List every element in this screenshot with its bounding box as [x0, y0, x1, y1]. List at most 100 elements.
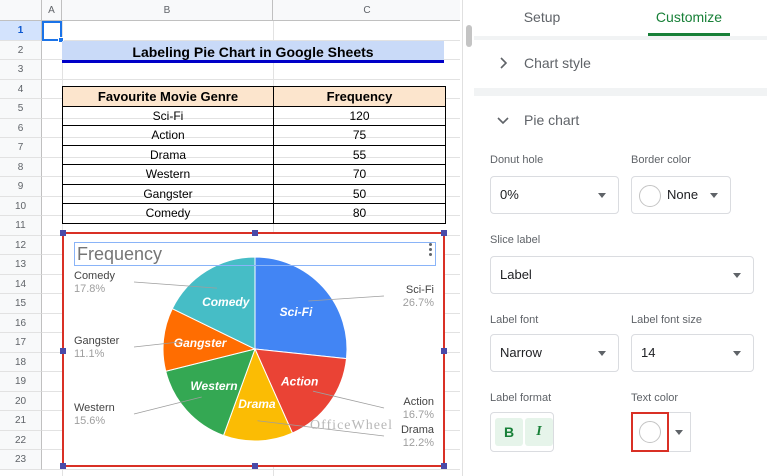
resize-handle-w[interactable]: [60, 348, 66, 354]
chevron-down-icon[interactable]: [496, 113, 510, 127]
table-row: Sci-Fi 120: [62, 105, 446, 126]
data-table: Favourite Movie Genre Frequency Sci-Fi 12…: [62, 86, 446, 224]
row-header[interactable]: 6: [0, 118, 42, 138]
resize-handle-e[interactable]: [441, 348, 447, 354]
label-font-size-value: 14: [641, 345, 656, 360]
cell-frequency[interactable]: 55: [273, 144, 446, 165]
spreadsheet-grid: A B C 1 2 3 4 5 6 7 8 9 10 11 12 13 14 15 16 17 18 19 20 21 2…: [0, 0, 460, 476]
resize-handle-ne[interactable]: [441, 230, 447, 236]
border-color-dropdown[interactable]: None: [631, 176, 731, 214]
italic-button[interactable]: I: [525, 418, 553, 446]
table-row: Western 70: [62, 164, 446, 185]
label-font-dropdown[interactable]: Narrow: [490, 334, 619, 372]
outer-label-name: Comedy: [74, 270, 115, 282]
table-row: Comedy 80: [62, 203, 446, 224]
chart-title-box[interactable]: Frequency: [74, 242, 436, 266]
header-genre[interactable]: Favourite Movie Genre: [62, 86, 274, 107]
row-header[interactable]: 21: [0, 411, 42, 431]
cell-frequency[interactable]: 50: [273, 183, 446, 204]
outer-label-name: Gangster: [74, 335, 120, 347]
dropdown-caret-icon: [598, 351, 606, 356]
text-color-dropdown-arrow[interactable]: [669, 412, 691, 452]
label-format-group: B I: [490, 412, 554, 452]
cell-frequency[interactable]: 120: [273, 105, 446, 126]
table-row: Drama 55: [62, 144, 446, 165]
resize-handle-s[interactable]: [252, 463, 258, 469]
row-header[interactable]: 14: [0, 274, 42, 294]
slice-label-dropdown[interactable]: Label: [490, 256, 754, 294]
resize-handle-n[interactable]: [252, 230, 258, 236]
row-header[interactable]: 13: [0, 255, 42, 275]
slice-label: Sci-Fi: [280, 305, 313, 319]
border-color-label: Border color: [631, 154, 691, 166]
row-header[interactable]: 23: [0, 450, 42, 470]
chart-title[interactable]: Frequency: [77, 244, 162, 265]
color-swatch-icon: [639, 184, 661, 207]
row-header[interactable]: 9: [0, 177, 42, 197]
row-header[interactable]: 11: [0, 216, 42, 236]
row-header[interactable]: 22: [0, 430, 42, 450]
outer-label-percent: 26.7%: [403, 297, 434, 309]
section-title-pie-chart[interactable]: Pie chart: [524, 112, 579, 128]
bold-button[interactable]: B: [495, 418, 523, 446]
grid-row: [42, 21, 460, 41]
row-header[interactable]: 18: [0, 352, 42, 372]
slice-label: Western: [190, 379, 237, 393]
row-header[interactable]: 15: [0, 294, 42, 314]
sheet-title[interactable]: Labeling Pie Chart in Google Sheets: [62, 41, 444, 63]
table-row: Action 75: [62, 125, 446, 146]
color-swatch-icon: [639, 421, 661, 443]
scrollbar-thumb[interactable]: [466, 25, 472, 47]
cell-genre[interactable]: Gangster: [62, 183, 274, 204]
row-header[interactable]: 10: [0, 196, 42, 216]
cell-frequency[interactable]: 75: [273, 125, 446, 146]
dropdown-caret-icon: [710, 193, 718, 198]
cell-genre[interactable]: Sci-Fi: [62, 105, 274, 126]
section-pie-chart: Pie chart Donut hole 0% Border color Non…: [474, 96, 767, 476]
label-format-label: Label format: [490, 392, 552, 404]
tab-customize[interactable]: Customize: [648, 0, 730, 36]
section-chart-style[interactable]: Chart style: [474, 40, 767, 88]
column-header-a[interactable]: A: [42, 0, 62, 21]
table-row: Gangster 50: [62, 183, 446, 204]
column-header-c[interactable]: C: [273, 0, 460, 21]
row-header[interactable]: 3: [0, 60, 42, 80]
table-header-row: Favourite Movie Genre Frequency: [62, 86, 446, 107]
cell-frequency[interactable]: 80: [273, 203, 446, 224]
header-frequency[interactable]: Frequency: [273, 86, 446, 107]
label-font-size-dropdown[interactable]: 14: [631, 334, 754, 372]
row-header[interactable]: 5: [0, 99, 42, 119]
outer-label-name: Sci-Fi: [406, 284, 434, 296]
more-options-icon[interactable]: [427, 242, 433, 260]
text-color-picker[interactable]: [631, 412, 669, 452]
tab-setup[interactable]: Setup: [502, 0, 582, 36]
outer-label-percent: 17.8%: [74, 283, 105, 295]
slice-label: Comedy: [202, 295, 251, 309]
vertical-scrollbar[interactable]: [462, 0, 474, 476]
row-header[interactable]: 8: [0, 157, 42, 177]
row-header[interactable]: 19: [0, 372, 42, 392]
outer-label-name: Action: [403, 396, 434, 408]
column-header-b[interactable]: B: [62, 0, 273, 21]
row-header[interactable]: 20: [0, 391, 42, 411]
cell-frequency[interactable]: 70: [273, 164, 446, 185]
resize-handle-se[interactable]: [441, 463, 447, 469]
dropdown-caret-icon: [675, 430, 683, 435]
cell-genre[interactable]: Drama: [62, 144, 274, 165]
cell-genre[interactable]: Comedy: [62, 203, 274, 224]
slice-label: Drama: [238, 397, 276, 411]
resize-handle-nw[interactable]: [60, 230, 66, 236]
border-color-value: None: [667, 187, 699, 202]
row-header[interactable]: 16: [0, 313, 42, 333]
row-header[interactable]: 12: [0, 235, 42, 255]
resize-handle-sw[interactable]: [60, 463, 66, 469]
row-header[interactable]: 1: [0, 21, 42, 41]
donut-hole-dropdown[interactable]: 0%: [490, 176, 619, 214]
row-header[interactable]: 4: [0, 79, 42, 99]
cell-genre[interactable]: Western: [62, 164, 274, 185]
row-header[interactable]: 2: [0, 40, 42, 60]
row-header[interactable]: 17: [0, 333, 42, 353]
select-all-corner[interactable]: [0, 0, 42, 21]
row-header[interactable]: 7: [0, 138, 42, 158]
cell-genre[interactable]: Action: [62, 125, 274, 146]
